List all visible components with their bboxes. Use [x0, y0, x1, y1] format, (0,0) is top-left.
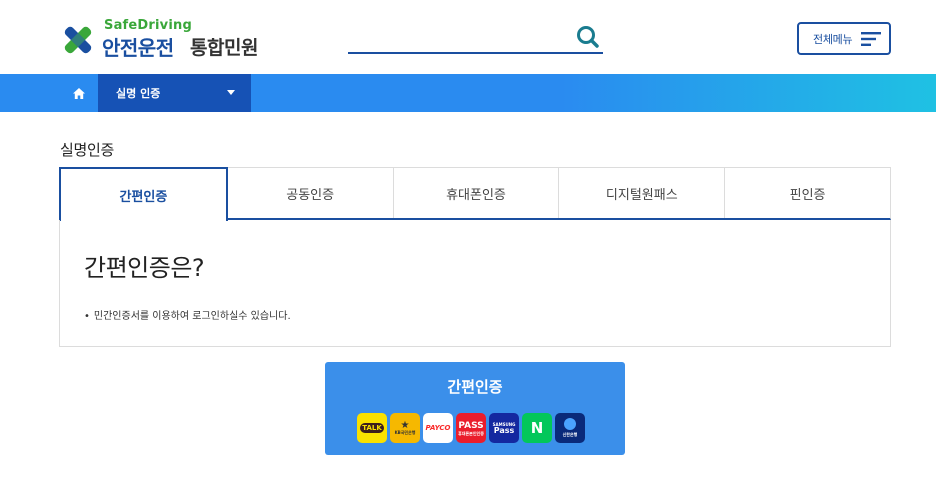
home-button[interactable]	[60, 74, 98, 112]
logo-korean-sub: 통합민원	[190, 37, 258, 59]
kb-bank-icon: ★ KB국민은행	[390, 413, 420, 443]
samsung-label: Pass	[493, 425, 515, 435]
naver-label: N	[530, 419, 544, 437]
tab-simple-auth[interactable]: 간편인증	[59, 167, 228, 221]
chevron-down-icon	[227, 90, 235, 95]
naver-icon: N	[522, 413, 552, 443]
samsung-pass-icon: SAMSUNG Pass	[489, 413, 519, 443]
logo-text: SafeDriving 안전운전 통합민원	[102, 18, 302, 60]
tab-pin-auth[interactable]: 핀인증	[725, 168, 890, 218]
search-icon	[577, 26, 599, 48]
tab-panel: 간편인증은? 민간인증서를 이용하여 로그인하실수 있습니다.	[59, 220, 891, 347]
logo-english: SafeDriving	[104, 18, 192, 33]
kakao-label: TALK	[360, 423, 384, 433]
simple-auth-button[interactable]: 간편인증 TALK ★ KB국민은행 PAYCO PASS 휴대폰본인인증 SA…	[325, 362, 625, 455]
hamburger-icon	[861, 32, 881, 46]
pass-sublabel: 휴대폰본인인증	[458, 430, 484, 436]
simple-auth-button-label: 간편인증	[447, 378, 503, 396]
shinhan-bank-icon: 신한은행	[555, 413, 585, 443]
logo-cross-icon	[60, 23, 96, 57]
kb-label: KB국민은행	[394, 429, 416, 435]
all-menu-button[interactable]: 전체메뉴	[797, 22, 891, 55]
provider-logos: TALK ★ KB국민은행 PAYCO PASS 휴대폰본인인증 SAMSUNG…	[357, 413, 585, 443]
search-bar	[348, 24, 603, 54]
section-dropdown[interactable]: 실명 인증	[98, 74, 251, 112]
tab-mobile-auth[interactable]: 휴대폰인증	[394, 168, 560, 218]
logo-korean-main: 안전운전	[102, 36, 174, 60]
search-input[interactable]	[348, 24, 568, 52]
all-menu-label: 전체메뉴	[813, 32, 853, 46]
tab-joint-cert[interactable]: 공동인증	[228, 168, 394, 218]
payco-label: PAYCO	[425, 424, 451, 432]
tab-digital-onepass[interactable]: 디지털원패스	[559, 168, 726, 218]
page-title: 실명인증	[60, 141, 115, 159]
auth-tabs: 간편인증 공동인증 휴대폰인증 디지털원패스 핀인증	[59, 167, 891, 221]
pass-label: PASS	[458, 420, 484, 431]
pass-icon: PASS 휴대폰본인인증	[456, 413, 486, 443]
kakao-icon: TALK	[357, 413, 387, 443]
search-button[interactable]	[575, 24, 601, 50]
breadcrumb-bar: 실명 인증	[0, 74, 936, 112]
shinhan-label: 신한은행	[562, 432, 578, 437]
payco-icon: PAYCO	[423, 413, 453, 443]
site-logo[interactable]: SafeDriving 안전운전 통합민원	[60, 18, 302, 60]
home-icon	[73, 87, 85, 99]
site-header: SafeDriving 안전운전 통합민원 전체메뉴	[0, 0, 936, 74]
panel-heading: 간편인증은?	[84, 254, 205, 282]
section-dropdown-label: 실명 인증	[116, 87, 161, 100]
panel-description: 민간인증서를 이용하여 로그인하실수 있습니다.	[84, 307, 291, 322]
